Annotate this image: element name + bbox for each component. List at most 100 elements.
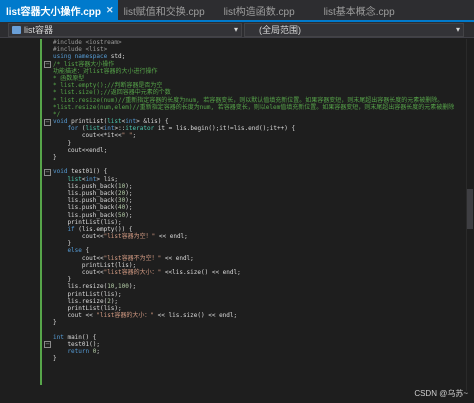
code-line: printList(lis); [53,219,471,226]
code-token: ); [125,182,133,190]
code-token: ; [96,348,100,356]
tab-list-assign-swap[interactable]: list赋值和交换.cpp [118,0,218,20]
code-token: } [53,139,72,147]
code-line: cout<<"list容器的大小：" <<lis.size() << endl; [53,269,471,276]
scope-label: list容器 [24,25,53,35]
vertical-scrollbar[interactable] [466,39,474,391]
code-token: ; [132,132,137,140]
navigation-bar: list容器 ▾ (全局范围) ▾ [0,22,474,38]
code-line: #include <iostream> [53,39,471,46]
code-token: "list容器为空！" [103,233,156,241]
code-token: test01(); [53,340,100,348]
close-icon[interactable]: ✕ [106,5,114,16]
code-token: lis.push_back( [53,211,119,219]
code-token: lis.push_back( [53,204,119,212]
class-icon [12,25,21,34]
code-line: cout<<*it<<" "; [53,132,471,139]
code-line: cout << "list容器的大小：" << lis.size() << en… [53,312,471,319]
code-token: ); [110,297,119,305]
code-token: */ [53,110,61,118]
code-line: if (lis.empty()) { [53,226,471,233]
code-token: cout<<*it<< [53,132,122,140]
code-token: lis.push_back( [53,182,119,190]
code-token: "list容器不为空！" [103,254,162,262]
code-token: * list.size();//返回容器中元素的个数 [53,89,171,97]
code-token: > &lis) { [136,118,169,126]
code-line: 功能描述：对list容器的大小进行操作 [53,68,471,75]
code-line: void printList(list<int> &lis) { [53,118,471,125]
code-line: cout<<"list容器不为空！" << endl; [53,255,471,262]
code-token: list [53,175,82,183]
code-token: list [85,125,100,133]
code-token: ); [125,211,133,219]
tab-label: list赋值和交换.cpp [123,6,205,18]
code-token: * 函数原型 [53,74,85,82]
code-line: } [53,154,471,161]
code-token: "list容器的大小：" [96,312,155,320]
code-line: lis.push_back(40); [53,204,471,211]
code-token: * list.resize(num)//重新指定容器的长度为num, 若容器变长… [53,96,444,104]
code-token: int [85,175,97,183]
code-token: test01() { [71,168,108,176]
collapse-icon[interactable]: − [44,119,51,126]
tab-list-basics[interactable]: list基本概念.cpp [318,0,418,20]
code-line: lis.resize(2); [53,298,471,305]
code-token: } [53,240,72,248]
code-line: lis.push_back(30); [53,197,471,204]
code-token: /* list容器大小操作 [53,60,115,68]
member-label: (全局范围) [259,25,301,35]
collapse-icon[interactable]: − [44,341,51,348]
code-text[interactable]: #include <iostream> #include <list> using … [53,39,471,362]
code-token: cout<< [53,269,104,276]
collapse-icon[interactable]: − [44,61,51,68]
scope-dropdown[interactable]: list容器 ▾ [8,22,242,37]
code-token: void [53,168,72,176]
code-token: (lis.empty()) { [78,225,133,233]
code-line: lis.push_back(10); [53,183,471,190]
code-token: { [85,247,90,255]
code-token: list [107,118,122,126]
code-line: */ [53,111,471,118]
tab-label: list基本概念.cpp [323,6,395,18]
code-token: iterator [125,125,155,133]
code-line: * list.resize(num)//重新指定容器的长度为num, 若容器变长… [53,97,471,104]
watermark: CSDN @乌苏~ [414,389,468,398]
code-token: printList(lis); [53,304,122,312]
code-token: << lis.size() << endl; [154,312,238,320]
code-line: else { [53,247,471,254]
code-line: lis.push_back(50); [53,212,471,219]
code-token: lis.resize( [53,283,108,291]
code-line: int main() { [53,334,471,341]
code-line: cout<<endl; [53,147,471,154]
tab-list-size-ops[interactable]: list容器大小操作.cpp ✕ [0,0,118,20]
chevron-down-icon: ▾ [233,24,238,34]
code-token: cout<<endl; [53,146,108,154]
scrollbar-thumb[interactable] [467,189,473,229]
code-token: int [103,125,115,133]
code-token: lis.push_back( [53,197,119,205]
code-line: * list.size();//返回容器中元素的个数 [53,89,471,96]
code-editor[interactable]: − − − − #include <iostream> #include <lis… [0,39,474,403]
code-token: } [53,355,57,363]
member-dropdown[interactable]: (全局范围) ▾ [244,22,464,37]
code-line: test01(); [53,341,471,348]
code-line: using namespace std; [53,53,471,60]
code-token: } [53,276,72,284]
code-token: ); [125,189,133,197]
tab-bar: list容器大小操作.cpp ✕ list赋值和交换.cpp list构造函数.… [0,0,474,20]
tab-label: list构造函数.cpp [223,6,295,18]
tab-list-constructor[interactable]: list构造函数.cpp [218,0,318,20]
code-token: 功能描述：对list容器的大小进行操作 [53,67,158,75]
code-token: >:: [114,125,126,133]
code-token: cout<< [53,254,104,262]
collapse-icon[interactable]: − [44,169,51,176]
code-line: } [53,319,471,326]
code-line: } [53,140,471,147]
code-line: cout<<"list容器为空！" << endl; [53,233,471,240]
code-token: for [53,125,82,133]
code-line: #include <list> [53,46,471,53]
code-token: main() { [67,333,97,341]
code-line: void test01() { [53,168,471,175]
code-line: for (list<int>::iterator it = lis.begin(… [53,125,471,132]
code-line: /* list容器大小操作 [53,61,471,68]
